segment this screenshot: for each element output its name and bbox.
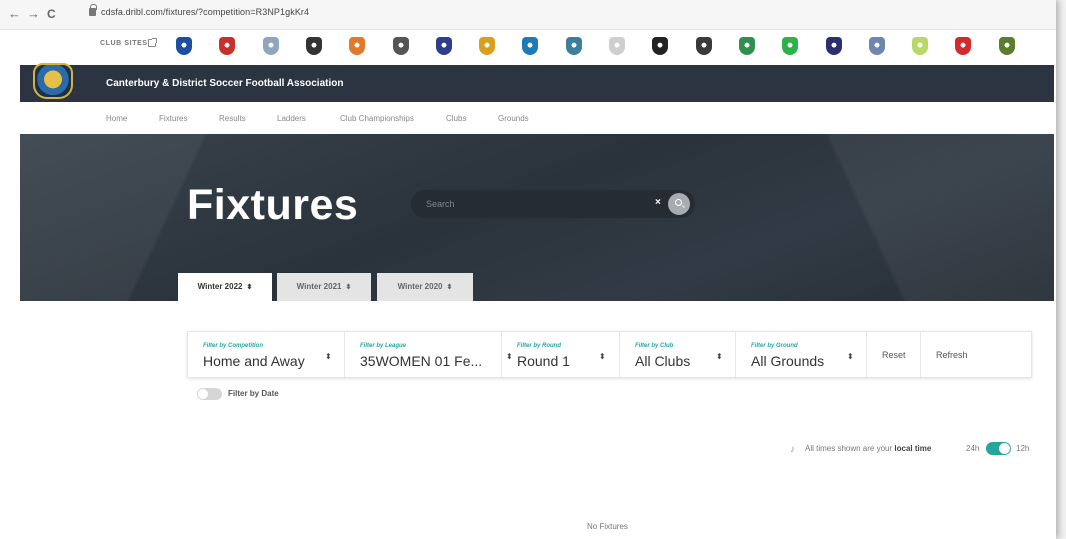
reload-icon[interactable]: C — [47, 6, 56, 22]
club-crest-icon[interactable] — [349, 37, 366, 55]
search-button[interactable] — [668, 193, 690, 215]
sort-icon: ⬍ — [345, 284, 352, 291]
tab-label: Winter 2021 — [296, 282, 342, 291]
empty-state-message: No Fixtures — [587, 522, 628, 531]
club-crest-icon[interactable] — [435, 37, 452, 55]
club-crest-icon[interactable] — [652, 37, 669, 55]
sort-icon: ⬍ — [246, 284, 253, 291]
club-crest-icon[interactable] — [782, 37, 799, 55]
forward-icon[interactable]: → — [27, 6, 40, 22]
main-nav: Home Fixtures Results Ladders Club Champ… — [20, 102, 1054, 134]
nav-clubs[interactable]: Clubs — [446, 114, 466, 123]
browser-address-bar: ← → C cdsfa.dribl.com/fixtures/?competit… — [0, 0, 1056, 30]
filter-panel: Filter by Competition Home and Away ⬍ Fi… — [187, 331, 1032, 378]
club-crest-icon[interactable] — [219, 37, 236, 55]
club-crest-icon[interactable] — [955, 37, 972, 55]
tab-winter-2022[interactable]: Winter 2022 ⬍ — [178, 273, 272, 301]
filter-competition[interactable]: Filter by Competition Home and Away ⬍ — [188, 332, 345, 377]
club-crest-icon[interactable] — [176, 37, 192, 55]
filter-club-value[interactable]: All Clubs — [635, 353, 690, 369]
external-link-icon[interactable] — [148, 38, 157, 47]
sort-icon: ⬍ — [446, 284, 453, 291]
club-crest-icon[interactable] — [912, 37, 929, 55]
tab-winter-2021[interactable]: Winter 2021 ⬍ — [277, 273, 371, 301]
filter-league-label: Filter by League — [360, 343, 407, 349]
nav-grounds[interactable]: Grounds — [498, 114, 529, 123]
refresh-button[interactable]: Refresh — [936, 350, 968, 360]
search-input[interactable] — [426, 196, 646, 212]
clock-icon: ♪ — [790, 444, 795, 455]
filter-club[interactable]: Filter by Club All Clubs ⬍ — [620, 332, 736, 377]
club-crest-icon[interactable] — [609, 37, 625, 55]
url-field[interactable]: cdsfa.dribl.com/fixtures/?competition=R3… — [101, 7, 309, 17]
back-icon[interactable]: ← — [8, 6, 21, 22]
filter-by-date-label: Filter by Date — [228, 389, 279, 398]
select-caret-icon: ⬍ — [847, 352, 854, 361]
tab-label: Winter 2020 — [397, 282, 443, 291]
club-crest-icon[interactable] — [305, 37, 322, 55]
time-format-24h-label: 24h — [966, 444, 980, 453]
filter-ground-label: Filter by Ground — [751, 343, 798, 349]
time-notice: All times shown are your local time — [805, 444, 931, 453]
filter-club-label: Filter by Club — [635, 343, 674, 349]
time-format-12h-label: 12h — [1016, 444, 1030, 453]
club-sites-label: CLUB SITES — [100, 40, 148, 47]
nav-ladders[interactable]: Ladders — [277, 114, 306, 123]
association-title[interactable]: Canterbury & District Soccer Football As… — [106, 78, 343, 89]
association-logo[interactable] — [33, 63, 73, 99]
club-crest-icon[interactable] — [392, 37, 409, 55]
clear-search-icon[interactable]: × — [655, 196, 661, 210]
club-crest-icon[interactable] — [695, 37, 712, 55]
filter-round-label: Filter by Round — [517, 343, 561, 349]
filter-round-value[interactable]: Round 1 — [517, 353, 570, 369]
select-caret-icon: ⬍ — [716, 352, 723, 361]
time-notice-prefix: All times shown are your — [805, 444, 893, 453]
club-crest-icon[interactable] — [738, 37, 755, 55]
search-bar: × — [411, 190, 695, 218]
nav-results[interactable]: Results — [219, 114, 246, 123]
club-crest-icon[interactable] — [868, 37, 885, 55]
time-format-switch[interactable] — [986, 442, 1011, 455]
tab-winter-2020[interactable]: Winter 2020 ⬍ — [377, 273, 473, 301]
select-caret-icon: ⬍ — [599, 352, 606, 361]
filter-ground[interactable]: Filter by Ground All Grounds ⬍ — [736, 332, 867, 377]
select-caret-icon: ⬍ — [325, 352, 332, 361]
filter-league-value[interactable]: 35WOMEN 01 Fe... — [360, 353, 482, 369]
search-icon — [675, 199, 682, 206]
club-sites-strip: CLUB SITES — [20, 30, 1056, 65]
filter-league[interactable]: Filter by League 35WOMEN 01 Fe... — [345, 332, 502, 377]
nav-fixtures[interactable]: Fixtures — [159, 114, 187, 123]
filter-ground-value[interactable]: All Grounds — [751, 353, 824, 369]
time-notice-emphasis: local time — [894, 444, 932, 453]
nav-club-championships[interactable]: Club Championships — [340, 114, 414, 123]
filter-round[interactable]: ⬍ Filter by Round Round 1 ⬍ — [502, 332, 620, 377]
club-crest-icon[interactable] — [522, 37, 539, 55]
tab-label: Winter 2022 — [197, 282, 243, 291]
select-caret-icon: ⬍ — [506, 352, 513, 361]
club-crest-icon[interactable] — [565, 37, 582, 55]
lock-icon — [89, 4, 97, 16]
club-crest-icon[interactable] — [825, 37, 842, 55]
nav-home[interactable]: Home — [106, 114, 127, 123]
reset-button[interactable]: Reset — [882, 350, 906, 360]
club-crest-icon[interactable] — [262, 37, 279, 55]
club-crest-icon[interactable] — [998, 37, 1015, 55]
reset-cell: Reset — [867, 332, 921, 377]
filter-by-date-toggle[interactable] — [197, 388, 222, 400]
filter-competition-value[interactable]: Home and Away — [203, 353, 305, 369]
filter-competition-label: Filter by Competition — [203, 343, 263, 349]
page-title: Fixtures — [187, 181, 359, 229]
club-crest-icon[interactable] — [479, 37, 496, 55]
